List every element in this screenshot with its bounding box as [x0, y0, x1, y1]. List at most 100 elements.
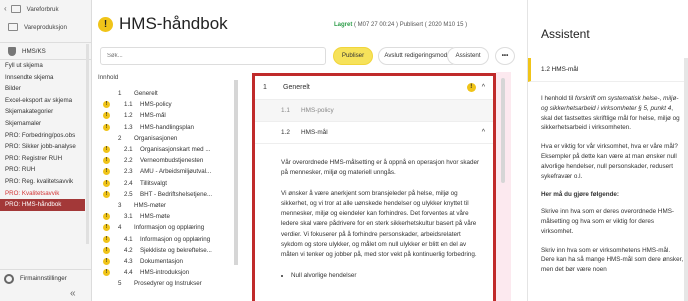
toc-number: 3.1 — [124, 213, 133, 221]
collapse-icon[interactable]: ^ — [482, 129, 485, 136]
warning-icon: ! — [103, 157, 110, 165]
collapse-icon[interactable]: ^ — [482, 84, 485, 91]
scrollbar-thumb[interactable] — [501, 78, 505, 183]
assistant-button[interactable]: Assistent — [447, 47, 489, 65]
sidebar-item-vareforbruk[interactable]: ‹ Vareforbruk — [0, 0, 91, 18]
sidebar-item-firmainnstillinger[interactable]: Firmainnstillinger — [0, 269, 91, 287]
page-header: ! HMS-håndbok — [98, 14, 228, 34]
toc-row[interactable]: ! 2.1 Organisasjonskart med ... — [98, 144, 238, 155]
toc-row[interactable]: ! 2.2 Verneombudstjenesten — [98, 155, 238, 166]
warning-icon: ! — [103, 235, 110, 243]
collapse-sidebar-icon[interactable]: « — [70, 288, 76, 299]
toc-number: 1.1 — [124, 101, 133, 109]
factory-icon — [8, 23, 18, 31]
toc-label: HMS-møter — [134, 201, 166, 209]
warning-icon: ! — [103, 269, 110, 277]
assistant-panel: Assistent 1.2 HMS-mål I henhold til fors… — [527, 0, 688, 301]
warning-icon: ! — [466, 83, 476, 92]
assistant-paragraph: Hva er viktig for vår virksomhet, hva er… — [541, 143, 678, 180]
toc-number: 2 — [118, 134, 122, 142]
saved-timestamp: ( M07 27 00:24 ) — [354, 22, 399, 28]
toc-row[interactable]: ! 1.2 HMS-mål — [98, 110, 238, 121]
subsection-title: HMS-mål — [301, 129, 328, 136]
toc-label: Organisasjonen — [134, 134, 178, 142]
sidebar-item-vareproduksjon[interactable]: Vareproduksjon — [0, 18, 91, 36]
toc-label: Tillitsvalgt — [140, 179, 167, 187]
sidebar-item[interactable]: Innsendte skjema — [0, 72, 91, 84]
sidebar-item[interactable]: PRO: Kvalitetsavvik — [0, 188, 91, 200]
toc-row[interactable]: ! 3.1 HMS-møte — [98, 211, 238, 222]
text-span: I henhold til — [541, 95, 575, 102]
sidebar-item[interactable]: Skjemamaler — [0, 118, 91, 130]
toc-list: 1 Generelt! 1.1 HMS-policy! 1.2 HMS-mål! 1.3 HM… — [98, 88, 238, 289]
toc-row[interactable]: ! 1.3 HMS-handlingsplan — [98, 122, 238, 133]
toc-row[interactable]: ! 2.3 AMU - Arbeidsmiljøutval... — [98, 166, 238, 177]
toc-row[interactable]: ! 2.4 Tillitsvalgt — [98, 178, 238, 189]
toc-row[interactable]: ! 4.2 Sjekkliste og bekreftelse... — [98, 245, 238, 256]
assistant-paragraph: Skriv inn hva som er virksomhetens HMS-m… — [541, 246, 684, 274]
assistant-heading: Her må du gjøre følgende: — [541, 191, 620, 199]
toc-row[interactable]: 1 Generelt — [98, 88, 238, 99]
toc-label: HMS-introduksjon — [140, 269, 190, 277]
subsection-header-active[interactable]: 1.2 HMS-mål ^ — [255, 122, 493, 144]
toc-number: 4 — [118, 224, 122, 232]
sidebar-group-label: HMS/KS — [22, 47, 46, 55]
toc-label: Generelt — [134, 90, 158, 98]
warning-icon: ! — [103, 168, 110, 176]
subsection-header[interactable]: 1.1 HMS-policy — [255, 100, 493, 122]
subsection-title: HMS-policy — [301, 107, 334, 114]
search-input[interactable] — [100, 47, 326, 65]
toc-row[interactable]: ! 1.1 HMS-policy — [98, 99, 238, 110]
toc-label: AMU - Arbeidsmiljøutval... — [140, 168, 212, 176]
toc-row[interactable]: 2 Organisasjonen — [98, 133, 238, 144]
toc-row[interactable]: ! 4 Informasjon og opplæring — [98, 222, 238, 233]
sidebar-group-hms[interactable]: HMS/KS — [0, 42, 91, 60]
bullet-item: Null alvorlige hendelser — [291, 271, 483, 281]
toc-number: 2.1 — [124, 146, 133, 154]
toc-number: 2.5 — [124, 190, 133, 198]
toc-label: Informasjon og opplæring — [134, 224, 205, 232]
toc-row[interactable]: 5 Prosedyrer og Instrukser — [98, 278, 238, 289]
sidebar-item[interactable]: Excel-eksport av skjema — [0, 95, 91, 107]
warning-icon: ! — [103, 179, 110, 187]
shield-icon — [8, 46, 16, 56]
toc-number: 2.3 — [124, 168, 133, 176]
sidebar-item[interactable]: PRO: Sikker jobb-analyse — [0, 141, 91, 153]
sidebar-item[interactable]: PRO: RUH — [0, 164, 91, 176]
sidebar-item[interactable]: PRO: Forbedring/pos.obs — [0, 130, 91, 142]
toc-number: 3 — [118, 201, 122, 209]
sidebar-item[interactable]: PRO: HMS-håndbok — [0, 199, 85, 211]
section-header[interactable]: 1 Generelt ! ^ — [255, 76, 493, 100]
toc-scrollbar[interactable] — [234, 80, 238, 265]
sidebar-scrollbar[interactable] — [86, 44, 89, 244]
sidebar-item[interactable]: PRO: Registrer RUH — [0, 153, 91, 165]
toc-row[interactable]: ! 4.3 Dokumentasjon — [98, 256, 238, 267]
toc-number: 1.2 — [124, 112, 133, 120]
sidebar-item[interactable]: Bilder — [0, 83, 91, 95]
subsection-number: 1.2 — [281, 129, 290, 136]
toc-number: 2.4 — [124, 179, 133, 187]
saved-label: Lagret — [334, 22, 353, 28]
assistant-scrollbar[interactable] — [684, 58, 688, 301]
toc-number: 5 — [118, 280, 122, 288]
section-body[interactable]: Vår overordnede HMS-målsetting er å oppn… — [255, 144, 493, 281]
toc-row[interactable]: ! 2.5 BHT - Bedriftshelsetjene... — [98, 189, 238, 200]
toc-row[interactable]: ! 4.4 HMS-introduksjon — [98, 267, 238, 278]
toc-row[interactable]: 3 HMS-møter — [98, 200, 238, 211]
toc-label: HMS-møte — [140, 213, 170, 221]
toc-row[interactable]: ! 4.1 Informasjon og opplæring — [98, 233, 238, 244]
subsection-number: 1.1 — [281, 107, 290, 114]
sidebar-item[interactable]: PRO: Reg. kvalitetsavvik — [0, 176, 91, 188]
toc-number: 4.2 — [124, 246, 133, 254]
toc-label: HMS-policy — [140, 101, 172, 109]
warning-icon: ! — [103, 101, 110, 109]
more-options-icon[interactable]: ••• — [495, 47, 515, 65]
body-paragraph: Vår overordnede HMS-målsetting er å oppn… — [281, 159, 480, 177]
toc-label: Verneombudstjenesten — [140, 157, 204, 165]
warning-icon: ! — [103, 146, 110, 154]
sidebar-item[interactable]: Fyll ut skjema — [0, 60, 91, 72]
sidebar-item[interactable]: Skjemakategorier — [0, 106, 91, 118]
bullet-list: Null alvorlige hendelser — [281, 271, 483, 281]
publish-button[interactable]: Publiser — [333, 47, 373, 65]
content-scrollbar[interactable] — [496, 72, 511, 301]
